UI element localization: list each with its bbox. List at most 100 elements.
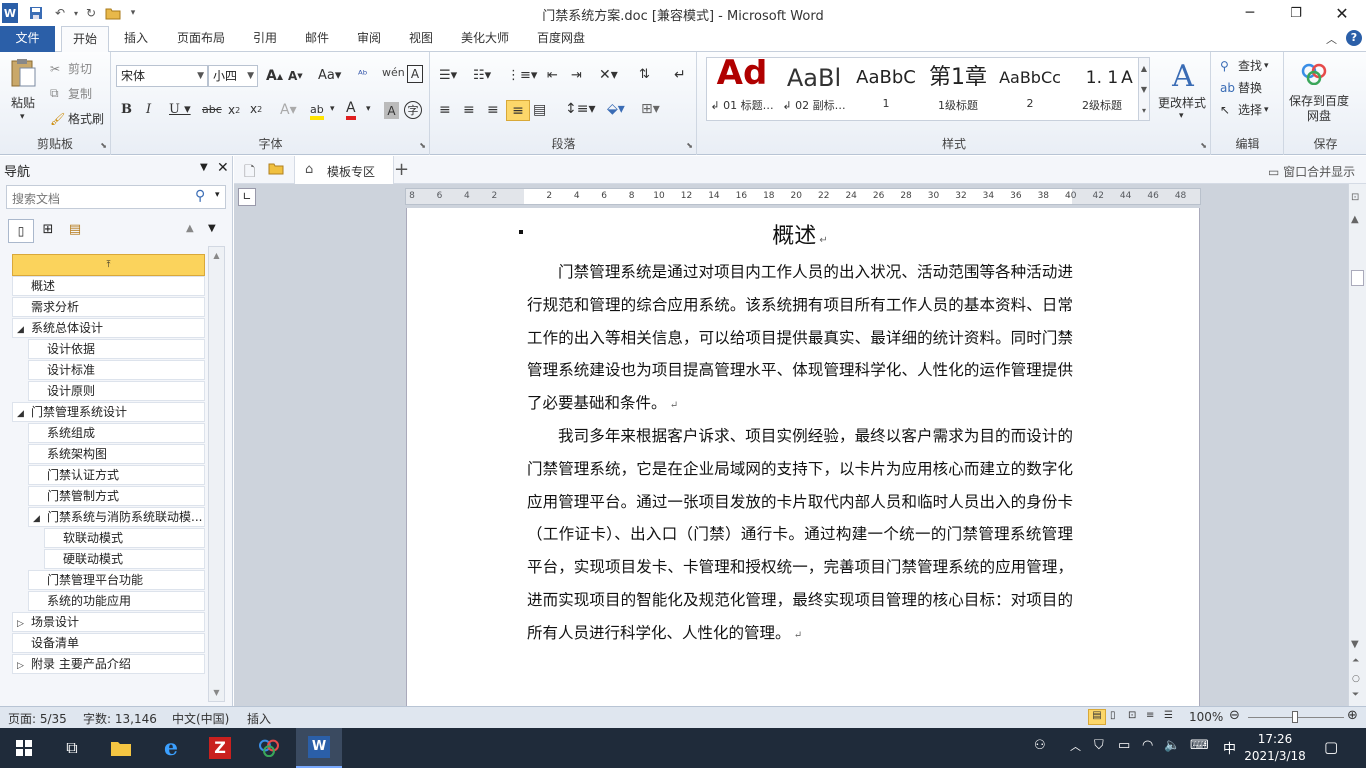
volume-icon[interactable]: 🔈 [1164, 738, 1180, 753]
zoom-level[interactable]: 100% [1189, 710, 1223, 724]
zoom-out-icon[interactable]: ⊖ [1229, 708, 1240, 723]
baidu-netdisk-icon[interactable] [249, 732, 289, 764]
change-styles-button[interactable]: 更改样式 [1158, 94, 1206, 111]
chevron-down-icon[interactable]: ▾ [215, 190, 220, 200]
character-shading-icon[interactable]: A [384, 102, 399, 119]
character-border-icon[interactable]: A [407, 65, 423, 83]
network-icon[interactable]: ◠ [1142, 738, 1153, 753]
web-layout-icon[interactable]: ⊡ [1128, 710, 1136, 721]
previous-page-icon[interactable]: ⏶ [1352, 656, 1359, 666]
tab-file[interactable]: 文件 [0, 26, 55, 52]
battery-icon[interactable]: ▭ [1118, 738, 1130, 753]
style-item-01-title[interactable]: Ad ↲ 01 标题… [706, 59, 778, 117]
merge-windows-button[interactable]: ▭ 窗口合并显示 [1268, 163, 1355, 180]
ime-indicator[interactable]: 中 [1223, 738, 1236, 757]
word-taskbar-icon[interactable]: W [296, 728, 342, 768]
tab-beautify-master[interactable]: 美化大师 [452, 26, 518, 52]
chevron-down-icon[interactable]: ▾ [366, 104, 371, 114]
expand-triangle-icon[interactable]: ◢ [17, 405, 31, 421]
ruler-toggle-icon[interactable]: ⊡ [1351, 192, 1359, 203]
restore-button[interactable]: ❐ [1276, 3, 1316, 23]
style-item-02-subtitle[interactable]: AaBl ↲ 02 副标… [778, 59, 850, 117]
dialog-launcher-icon[interactable]: ⬊ [686, 141, 693, 150]
tab-mailings[interactable]: 邮件 [295, 26, 339, 52]
bold-icon[interactable]: B [121, 102, 132, 117]
tab-references[interactable]: 引用 [243, 26, 287, 52]
search-document-input[interactable]: 搜索文档 ⚲ ▾ [6, 185, 226, 209]
document-page[interactable]: 概述 ↵ 门禁管理系统是通过对项目内工作人员的出入状况、活动范围等各种活动进行规… [406, 208, 1200, 706]
windows-start-icon[interactable] [4, 732, 44, 764]
expand-triangle-icon[interactable]: ◢ [17, 321, 31, 337]
tab-review[interactable]: 审阅 [347, 26, 391, 52]
borders-icon[interactable]: ⊞▾ [641, 101, 660, 117]
paste-dropdown-icon[interactable]: ▾ [20, 112, 25, 122]
full-screen-reading-icon[interactable]: ▯ [1110, 710, 1116, 721]
font-color-icon[interactable]: A [346, 100, 356, 120]
show-hidden-icons[interactable]: ︿ [1070, 738, 1081, 754]
font-size-combo[interactable]: 小四 ▼ [208, 65, 258, 87]
scroll-up-icon[interactable]: ▲ [209, 251, 224, 260]
baidu-cloud-icon[interactable] [1299, 60, 1329, 88]
highlight-icon[interactable]: ab [310, 102, 324, 120]
people-icon[interactable]: ⚇ [1034, 738, 1046, 753]
internet-explorer-icon[interactable]: e [151, 732, 191, 764]
tab-page-layout[interactable]: 页面布局 [168, 26, 234, 52]
tab-selector-icon[interactable]: ∟ [238, 188, 256, 206]
italic-icon[interactable]: I [146, 102, 151, 117]
collapse-triangle-icon[interactable]: ▷ [17, 657, 31, 673]
style-item-more[interactable]: A [1116, 59, 1138, 117]
zoom-slider-thumb[interactable] [1292, 711, 1298, 723]
nav-heading-item[interactable]: 概述 [12, 276, 205, 296]
align-right-icon[interactable]: ≡ [487, 102, 499, 118]
scroll-down-icon[interactable]: ▼ [1351, 639, 1359, 650]
nav-heading-item[interactable]: 设备清单 [12, 633, 205, 653]
results-view-icon[interactable]: ▤ [62, 219, 88, 243]
dialog-launcher-icon[interactable]: ⬊ [1200, 141, 1207, 150]
task-view-icon[interactable]: ⧉ [52, 732, 92, 764]
change-styles-icon[interactable]: A [1166, 58, 1200, 94]
expand-triangle-icon[interactable]: ◢ [33, 510, 47, 526]
line-spacing-icon[interactable]: ↕≡▾ [565, 101, 596, 117]
nav-heading-item[interactable]: 需求分析 [12, 297, 205, 317]
next-heading-icon[interactable]: ▼ [208, 223, 216, 234]
multilevel-list-icon[interactable]: ⋮≡▾ [507, 68, 537, 83]
nav-heading-item[interactable]: 系统架构图 [28, 444, 205, 464]
nav-heading-item[interactable]: 设计原则 [28, 381, 205, 401]
word-count[interactable]: 字数: 13,146 [83, 710, 157, 727]
draft-icon[interactable]: ☰ [1164, 710, 1173, 721]
nav-heading-item[interactable]: 门禁管制方式 [28, 486, 205, 506]
increase-indent-icon[interactable]: ⇥ [571, 68, 582, 83]
search-icon[interactable]: ⚲ [195, 188, 205, 204]
shrink-font-icon[interactable]: A ▼ [288, 69, 303, 83]
replace-button[interactable]: ab 替换 [1220, 79, 1262, 96]
next-page-icon[interactable]: ⏷ [1352, 690, 1359, 700]
nav-heading-item[interactable]: 门禁认证方式 [28, 465, 205, 485]
chevron-down-icon[interactable]: ▼ [200, 162, 208, 173]
align-center-icon[interactable]: ≡ [463, 102, 475, 118]
vertical-scrollbar[interactable]: ⊡ ▲ ▼ ⏶ ○ ⏷ [1348, 184, 1366, 706]
underline-icon[interactable]: U ▾ [169, 102, 191, 117]
new-tab-icon[interactable]: + [394, 159, 409, 180]
previous-heading-icon[interactable]: ▲ [186, 223, 194, 234]
change-case-icon[interactable]: Aa▾ [318, 68, 341, 83]
copy-button[interactable]: ⧉ 复制 [50, 85, 92, 102]
nav-heading-item[interactable]: ◢ 系统总体设计 [12, 318, 205, 338]
scroll-down-icon[interactable]: ▼ [209, 688, 224, 697]
dialog-launcher-icon[interactable]: ⬊ [419, 141, 426, 150]
insert-mode[interactable]: 插入 [247, 710, 271, 727]
find-button[interactable]: ⚲ 查找 ▾ [1220, 57, 1269, 74]
enclose-characters-icon[interactable]: 字 [404, 101, 422, 119]
nav-collapse-top-icon[interactable]: ⤒ [12, 254, 205, 276]
subscript-icon[interactable]: x2 [228, 103, 240, 117]
file-explorer-icon[interactable] [101, 732, 141, 764]
text-effects-icon[interactable]: A▾ [280, 102, 297, 118]
help-icon[interactable]: ? [1346, 30, 1362, 46]
select-button[interactable]: ↖ 选择 ▾ [1220, 101, 1269, 118]
cut-button[interactable]: ✂ 剪切 [50, 60, 92, 77]
scroll-up-icon[interactable]: ▲ [1351, 214, 1359, 225]
align-left-icon[interactable]: ≡ [439, 102, 451, 118]
nav-heading-item[interactable]: 硬联动模式 [44, 549, 205, 569]
phonetic-guide-icon[interactable]: wén [382, 66, 405, 79]
close-icon[interactable]: ✕ [217, 160, 229, 176]
minimize-button[interactable]: ─ [1230, 3, 1270, 23]
